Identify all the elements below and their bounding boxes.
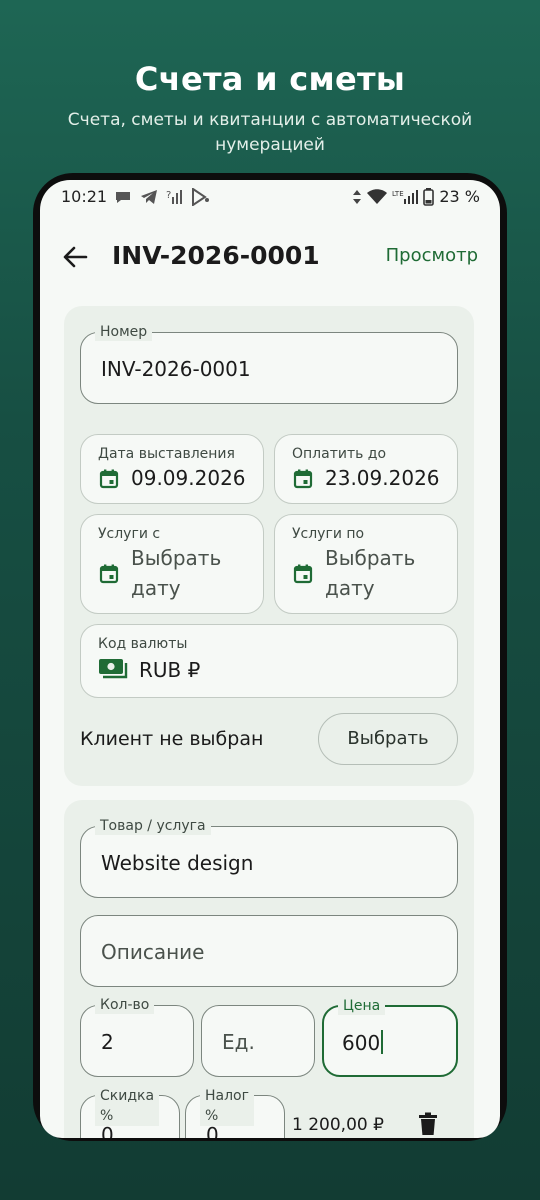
services-to-value-line1: Выбрать — [325, 546, 416, 570]
unit-placeholder: Ед. — [222, 1030, 255, 1054]
quantity-label: Кол-во — [95, 996, 155, 1014]
currency-label: Код валюты — [98, 636, 188, 652]
quantity-value: 2 — [101, 1030, 114, 1054]
telegram-icon — [141, 190, 157, 204]
discount-label-line2: % — [100, 1108, 114, 1124]
trash-icon[interactable] — [418, 1112, 438, 1136]
line-total: 1 200,00 ₽ — [292, 1115, 384, 1135]
discount-field[interactable]: Скидка % 0 — [80, 1086, 180, 1138]
tax-label: Налог % — [200, 1086, 254, 1126]
issue-date-field[interactable]: Дата выставления 09.09.2026 — [80, 434, 264, 504]
battery-percent: 23 % — [439, 187, 480, 206]
tax-field[interactable]: Налог % 0 — [185, 1086, 285, 1138]
svg-text:?: ? — [166, 190, 171, 201]
price-field[interactable]: Цена 600 — [322, 997, 458, 1077]
services-to-field[interactable]: Услуги по Выбрать дату — [274, 514, 458, 614]
calendar-icon — [99, 564, 119, 584]
wifi-icon — [367, 188, 388, 204]
description-placeholder: Описание — [101, 940, 205, 964]
tax-label-line2: % — [205, 1108, 219, 1124]
calendar-icon — [293, 564, 313, 584]
unit-field[interactable]: Ед. — [201, 1005, 315, 1077]
chat-icon — [116, 192, 130, 203]
discount-label: Скидка % — [95, 1086, 160, 1126]
product-field[interactable]: Товар / услуга Website design — [80, 817, 458, 898]
invoice-number-value: INV-2026-0001 — [101, 357, 251, 381]
svg-text:LTE: LTE — [392, 190, 404, 198]
price-value: 600 — [342, 1031, 381, 1055]
due-date-value: 23.09.2026 — [325, 466, 440, 490]
page-title: INV-2026-0001 — [112, 241, 320, 270]
arrow-back-icon[interactable] — [60, 242, 90, 272]
tax-label-line1: Налог — [205, 1088, 249, 1104]
discount-label-line1: Скидка — [100, 1088, 155, 1104]
services-to-label: Услуги по — [292, 526, 365, 542]
due-date-field[interactable]: Оплатить до 23.09.2026 — [274, 434, 458, 504]
tax-value: 0 — [206, 1123, 219, 1138]
promo-subtitle: Счета, сметы и квитанции с автоматическо… — [67, 110, 473, 155]
calendar-icon — [293, 469, 313, 489]
top-app-bar: INV-2026-0001 Просмотр — [40, 232, 500, 284]
issue-date-label: Дата выставления — [98, 446, 235, 462]
text-cursor — [381, 1030, 384, 1054]
signal-icon: LTE — [392, 189, 419, 204]
status-bar: 10:21 ? LTE 23 % — [40, 180, 500, 216]
currency-field[interactable]: Код валюты RUB ₽ — [80, 624, 458, 698]
preview-button[interactable]: Просмотр — [386, 245, 478, 266]
services-from-value-line2: дату — [131, 576, 181, 600]
due-date-label: Оплатить до — [292, 446, 387, 462]
product-label: Товар / услуга — [95, 817, 211, 835]
invoice-details-card: Номер INV-2026-0001 Дата выставления 09.… — [64, 306, 474, 786]
services-from-value-line1: Выбрать — [131, 546, 222, 570]
status-time: 10:21 — [61, 187, 108, 206]
calendar-icon — [99, 469, 119, 489]
line-item-card: Товар / услуга Website design Описание К… — [64, 800, 474, 1138]
quantity-field[interactable]: Кол-во 2 — [80, 996, 194, 1077]
services-to-value-line2: дату — [325, 576, 375, 600]
promo-title: Счета и сметы — [134, 60, 406, 98]
services-from-label: Услуги с — [98, 526, 161, 542]
client-status: Клиент не выбран — [80, 728, 264, 750]
unknown-signal-icon: ? — [166, 190, 182, 204]
discount-value: 0 — [101, 1123, 114, 1138]
choose-client-button[interactable]: Выбрать — [318, 713, 458, 765]
app-screen: 10:21 ? LTE 23 % INV-2026-0001 Просмотр … — [40, 180, 500, 1138]
description-field[interactable]: Описание — [80, 915, 458, 987]
battery-icon — [423, 187, 435, 206]
invoice-number-label: Номер — [95, 323, 153, 341]
vibrate-icon — [353, 189, 362, 204]
play-store-icon — [192, 188, 209, 206]
services-from-field[interactable]: Услуги с Выбрать дату — [80, 514, 264, 614]
product-value: Website design — [101, 851, 254, 875]
cash-icon — [99, 659, 128, 679]
invoice-number-field[interactable]: Номер INV-2026-0001 — [80, 323, 458, 404]
currency-value: RUB ₽ — [139, 658, 201, 682]
price-label: Цена — [338, 997, 386, 1015]
issue-date-value: 09.09.2026 — [131, 466, 246, 490]
